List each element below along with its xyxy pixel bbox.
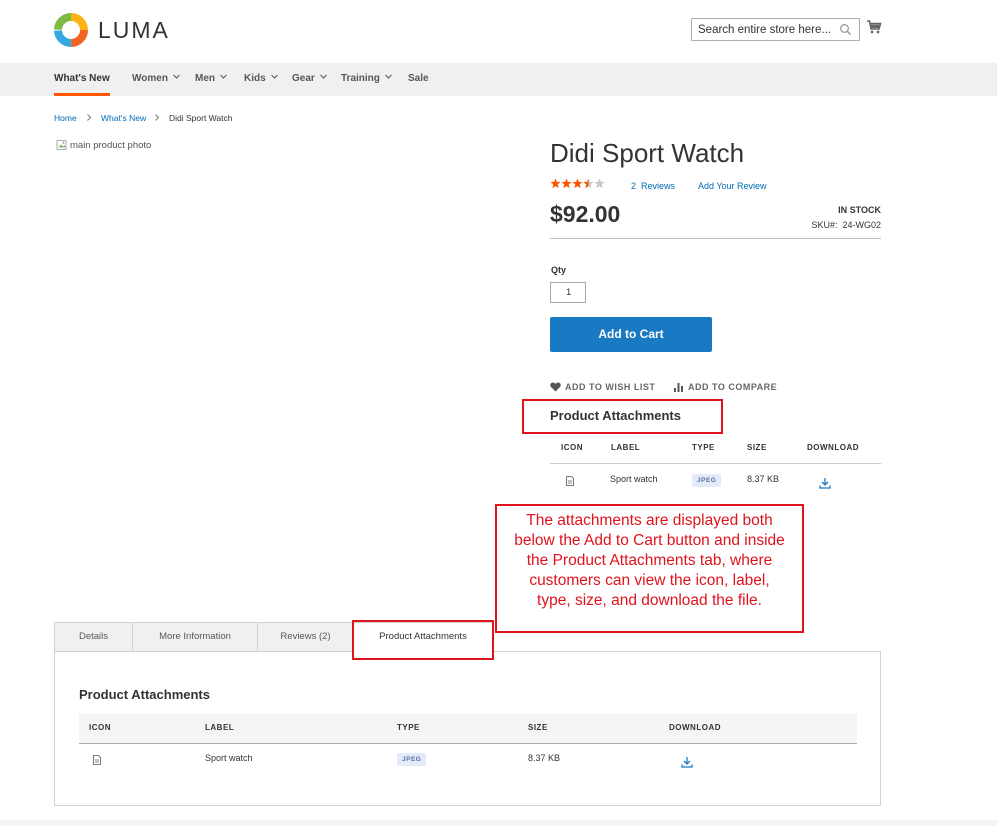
- nav-item-men[interactable]: Men: [195, 63, 227, 96]
- tab-more-information[interactable]: More Information: [132, 622, 258, 652]
- tab-panel-title: Product Attachments: [79, 687, 210, 702]
- table-header-divider: [79, 743, 857, 744]
- chevron-down-icon: [319, 74, 327, 79]
- table-header-divider: [550, 463, 881, 464]
- nav-item-kids[interactable]: Kids: [244, 63, 278, 96]
- col-header-size: SIZE: [747, 443, 767, 452]
- nav-label: Gear: [292, 73, 315, 84]
- main-product-photo[interactable]: main product photo: [56, 139, 151, 151]
- file-icon: [566, 476, 574, 486]
- nav-label: Men: [195, 73, 215, 84]
- nav-label: Sale: [408, 73, 429, 84]
- tab-details[interactable]: Details: [54, 622, 133, 652]
- product-price: $92.00: [550, 201, 621, 227]
- col-header-type: TYPE: [692, 443, 715, 452]
- file-type-badge: JPEG: [397, 753, 427, 766]
- star-full-icon: [572, 178, 583, 189]
- col-header-icon: ICON: [561, 443, 583, 452]
- col-header-download: DOWNLOAD: [807, 443, 859, 452]
- stock-status: IN STOCK: [838, 205, 881, 215]
- chevron-down-icon: [270, 74, 278, 79]
- rating-stars: [550, 178, 605, 189]
- nav-item-whats-new[interactable]: What's New: [54, 63, 110, 96]
- page-header: LUMA Search entire store here...: [0, 0, 997, 63]
- chevron-down-icon: [220, 74, 227, 79]
- chevron-right-icon: [87, 114, 92, 121]
- attachment-size: 8.37 KB: [747, 474, 780, 484]
- file-type-badge: JPEG: [692, 474, 722, 487]
- reviews-link[interactable]: 2 Reviews: [631, 181, 675, 191]
- heart-icon: [550, 382, 561, 392]
- nav-label: Women: [132, 73, 168, 84]
- compare-bars-icon: [674, 383, 683, 392]
- main-photo-alt: main product photo: [70, 139, 152, 151]
- col-header-type: TYPE: [397, 723, 420, 732]
- nav-item-sale[interactable]: Sale: [408, 63, 429, 96]
- nav-item-training[interactable]: Training: [341, 63, 392, 96]
- nav-item-gear[interactable]: Gear: [292, 63, 327, 96]
- logo-text: LUMA: [98, 16, 170, 43]
- cart-icon[interactable]: [866, 19, 882, 35]
- nav-item-women[interactable]: Women: [132, 63, 180, 96]
- product-sku: SKU#: 24-WG02: [811, 220, 881, 230]
- search-placeholder: Search entire store here...: [698, 23, 831, 36]
- chevron-right-icon: [155, 114, 160, 121]
- add-review-link[interactable]: Add Your Review: [698, 181, 767, 191]
- attachment-size: 8.37 KB: [528, 753, 561, 763]
- callout-line: below the Add to Cart button and inside: [514, 532, 785, 549]
- star-empty-icon: [594, 178, 605, 189]
- footer-strip: [0, 820, 997, 826]
- attachment-label: Sport watch: [610, 474, 658, 484]
- table-header-row: [79, 714, 857, 743]
- qty-label: Qty: [551, 265, 567, 275]
- add-to-cart-button[interactable]: Add to Cart: [550, 317, 712, 352]
- nav-label: What's New: [54, 73, 110, 84]
- star-full-icon: [561, 178, 572, 189]
- col-header-label: LABEL: [611, 443, 641, 452]
- luma-logo-icon: [54, 13, 88, 47]
- breadcrumb-current: Didi Sport Watch: [169, 113, 233, 123]
- reviews-count: 2: [631, 181, 637, 191]
- search-icon[interactable]: [839, 23, 852, 36]
- sku-label: SKU#:: [811, 220, 838, 230]
- chevron-down-icon: [385, 74, 392, 79]
- tab-reviews[interactable]: Reviews (2): [257, 622, 354, 652]
- reviews-label: Reviews: [641, 181, 676, 191]
- file-icon: [93, 755, 101, 765]
- col-header-label: LABEL: [205, 723, 235, 732]
- highlight-box: [352, 620, 494, 660]
- star-half-icon: [583, 178, 594, 189]
- nav-label: Training: [341, 73, 380, 84]
- store-logo[interactable]: LUMA: [54, 13, 170, 47]
- col-header-size: SIZE: [528, 723, 548, 732]
- annotation-callout: The attachments are displayed both below…: [495, 504, 804, 633]
- sku-value: 24-WG02: [842, 220, 881, 230]
- highlight-box: [522, 399, 723, 434]
- breadcrumb-whats-new[interactable]: What's New: [101, 113, 146, 123]
- callout-line: The attachments are displayed both: [526, 512, 773, 529]
- attachment-label: Sport watch: [205, 753, 253, 763]
- download-icon[interactable]: [819, 477, 831, 489]
- chevron-down-icon: [173, 74, 180, 79]
- callout-line: type, size, and download the file.: [537, 592, 762, 609]
- add-to-wishlist-link[interactable]: ADD TO WISH LIST: [550, 382, 655, 392]
- callout-line: the Product Attachments tab, where: [526, 552, 773, 569]
- product-title: Didi Sport Watch: [550, 138, 745, 168]
- broken-image-icon: [56, 140, 67, 150]
- compare-label: ADD TO COMPARE: [688, 382, 778, 392]
- col-header-icon: ICON: [89, 723, 111, 732]
- col-header-download: DOWNLOAD: [669, 723, 721, 732]
- search-input[interactable]: Search entire store here...: [691, 18, 860, 41]
- callout-line: customers can view the icon, label,: [529, 572, 770, 589]
- main-navigation: What's New Women Men Kids Gear Training …: [0, 63, 997, 96]
- download-icon[interactable]: [681, 756, 693, 768]
- breadcrumb-home[interactable]: Home: [54, 113, 77, 123]
- wishlist-label: ADD TO WISH LIST: [565, 382, 656, 392]
- nav-label: Kids: [244, 73, 266, 84]
- star-full-icon: [550, 178, 561, 189]
- add-to-compare-link[interactable]: ADD TO COMPARE: [673, 382, 777, 392]
- price-divider: [550, 238, 881, 239]
- qty-input[interactable]: 1: [550, 282, 586, 303]
